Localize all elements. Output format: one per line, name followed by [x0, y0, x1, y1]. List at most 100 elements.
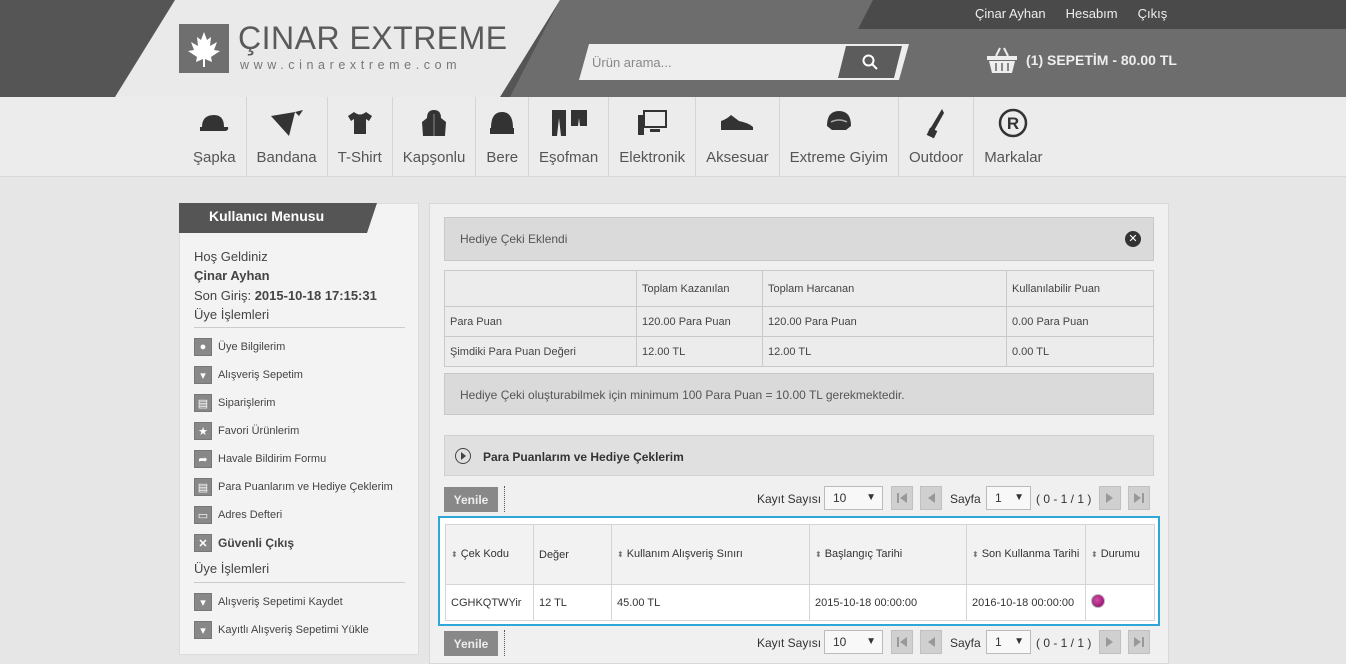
- last-page-button[interactable]: [1128, 630, 1150, 654]
- cell: Şimdiki Para Puan Değeri: [444, 336, 637, 367]
- info-notice: Hediye Çeki oluşturabilmek için minimum …: [444, 373, 1154, 415]
- logout-link[interactable]: Çıkış: [1138, 6, 1168, 21]
- search-button[interactable]: [838, 46, 902, 78]
- page-label: Sayfa: [950, 636, 981, 650]
- divider: [194, 582, 405, 583]
- column-header[interactable]: ⬍ Kullanım Alışveriş Sınırı: [611, 524, 810, 585]
- page-select[interactable]: 1: [986, 486, 1031, 510]
- tracksuit-icon: [549, 105, 589, 141]
- sidebar-item-alisveris-sepetim[interactable]: ▾ Alışveriş Sepetim: [194, 366, 303, 384]
- sidebar-item-label: Para Puanlarım ve Hediye Çeklerim: [218, 481, 393, 493]
- last-page-button[interactable]: [1128, 486, 1150, 510]
- logo-url: www.cinarextreme.com: [240, 58, 462, 72]
- sidebar-item-label: Güvenli Çıkış: [218, 536, 295, 550]
- first-page-icon: [897, 493, 907, 503]
- refresh-button[interactable]: Yenile: [444, 631, 498, 656]
- last-page-icon: [1134, 637, 1144, 647]
- sidebar-item-guvenli-cikis[interactable]: ✕ Güvenli Çıkış: [194, 534, 294, 552]
- gift-cert-grid: ⬍ Çek Kodu Değer ⬍ Kullanım Alışveriş Sını…: [438, 516, 1160, 626]
- user-link[interactable]: Çinar Ayhan: [975, 6, 1046, 21]
- refresh-button[interactable]: Yenile: [444, 487, 498, 512]
- sidebar-item-adres[interactable]: ▭ Adres Defteri: [194, 506, 282, 524]
- first-page-button[interactable]: [891, 630, 913, 654]
- play-circle-icon: [455, 448, 471, 464]
- search-input[interactable]: [592, 47, 837, 77]
- svg-text:R: R: [1007, 114, 1019, 133]
- category-nav: Şapka Bandana T-Shirt Kapşonlu Bere Eşof…: [183, 97, 1053, 177]
- nav-label: Eşofman: [539, 149, 599, 166]
- nav-extreme-giyim[interactable]: Extreme Giyim: [780, 97, 899, 177]
- user-icon: ●: [194, 338, 212, 356]
- helmet-icon: [824, 105, 854, 141]
- nav-aksesuar[interactable]: Aksesuar: [696, 97, 780, 177]
- column-header[interactable]: ⬍ Çek Kodu: [445, 524, 534, 585]
- sort-icon: ⬍: [815, 550, 822, 559]
- user-sidebar: Kullanıcı Menusu Hoş Geldiniz Çinar Ayha…: [179, 203, 419, 655]
- maple-leaf-icon[interactable]: [179, 24, 229, 73]
- sidebar-item-sepet-yukle[interactable]: ▾ Kayıtlı Alışveriş Sepetimi Yükle: [194, 621, 369, 639]
- header-cell: Kullanılabilir Puan: [1006, 270, 1154, 307]
- account-link[interactable]: Hesabım: [1066, 6, 1118, 21]
- nav-esofman[interactable]: Eşofman: [529, 97, 610, 177]
- document-icon: ▤: [194, 394, 212, 412]
- first-page-button[interactable]: [891, 486, 913, 510]
- prev-page-button[interactable]: [920, 486, 942, 510]
- accordion-title: Para Puanlarım ve Hediye Çeklerim: [483, 450, 684, 464]
- record-count-label: Kayıt Sayısı: [757, 492, 822, 506]
- column-header[interactable]: ⬍ Durumu: [1085, 524, 1155, 585]
- logo-name[interactable]: ÇINAR EXTREME: [238, 20, 508, 57]
- nav-label: Aksesuar: [706, 149, 769, 166]
- user-name: Çinar Ayhan: [194, 268, 270, 283]
- page-select[interactable]: 1: [986, 630, 1031, 654]
- cell: 2015-10-18 00:00:00: [809, 584, 967, 621]
- next-page-button[interactable]: [1099, 486, 1121, 510]
- table-row[interactable]: CGHKQTWYir 12 TL 45.00 TL 2015-10-18 00:…: [445, 584, 1155, 621]
- sidebar-item-label: Kayıtlı Alışveriş Sepetimi Yükle: [218, 624, 369, 636]
- sidebar-item-uye-bilgilerim[interactable]: ● Üye Bilgilerim: [194, 338, 285, 356]
- cart-button[interactable]: (1) SEPETİM - 80.00 TL: [986, 46, 1177, 74]
- page-label: Sayfa: [950, 492, 981, 506]
- sidebar-item-sepet-kaydet[interactable]: ▾ Alışveriş Sepetimi Kaydet: [194, 593, 343, 611]
- nav-tshirt[interactable]: T-Shirt: [328, 97, 393, 177]
- sidebar-item-havale[interactable]: ➦ Havale Bildirim Formu: [194, 450, 326, 468]
- cell: CGHKQTWYir: [445, 584, 534, 621]
- header-cell: Toplam Harcanan: [762, 270, 1007, 307]
- pager-bottom: Yenile Kayıt Sayısı 10 Sayfa 1 ( 0 - 1 /…: [444, 630, 1154, 656]
- sort-icon: ⬍: [972, 550, 979, 559]
- cell: 0.00 Para Puan: [1006, 306, 1154, 337]
- nav-bandana[interactable]: Bandana: [247, 97, 328, 177]
- record-count-label: Kayıt Sayısı: [757, 636, 822, 650]
- header-label: Son Kullanma Tarihi: [981, 548, 1080, 560]
- sidebar-item-favori[interactable]: ★ Favori Ürünlerim: [194, 422, 299, 440]
- nav-outdoor[interactable]: Outdoor: [899, 97, 975, 177]
- table-row: Para Puan 120.00 Para Puan 120.00 Para P…: [444, 306, 1154, 337]
- nav-markalar[interactable]: R Markalar: [974, 97, 1052, 177]
- record-count-select[interactable]: 10: [824, 630, 883, 654]
- nav-bere[interactable]: Bere: [476, 97, 530, 177]
- column-header[interactable]: ⬍ Başlangıç Tarihi: [809, 524, 967, 585]
- record-count-select[interactable]: 10: [824, 486, 883, 510]
- sidebar-item-label: Üye Bilgilerim: [218, 341, 286, 353]
- sort-icon: ⬍: [1091, 550, 1098, 559]
- nav-label: Şapka: [193, 149, 236, 166]
- table-header: ⬍ Çek Kodu Değer ⬍ Kullanım Alışveriş Sını…: [445, 524, 1155, 585]
- basket-icon: ▾: [194, 366, 212, 384]
- nav-sapka[interactable]: Şapka: [183, 97, 247, 177]
- cell: 12.00 TL: [636, 336, 763, 367]
- column-header[interactable]: Değer: [533, 524, 612, 585]
- close-icon[interactable]: ✕: [1125, 231, 1141, 247]
- sidebar-item-para-puan[interactable]: ▤ Para Puanlarım ve Hediye Çeklerim: [194, 478, 393, 496]
- header-label: Kullanım Alışveriş Sınırı: [626, 548, 743, 560]
- cell: 120.00 Para Puan: [762, 306, 1007, 337]
- welcome-text: Hoş Geldiniz: [194, 249, 268, 264]
- nav-elektronik[interactable]: Elektronik: [609, 97, 697, 177]
- nav-label: Bandana: [256, 149, 317, 166]
- computer-icon: [636, 105, 668, 141]
- column-header[interactable]: ⬍ Son Kullanma Tarihi: [966, 524, 1086, 585]
- search-icon: [862, 54, 878, 70]
- prev-page-button[interactable]: [920, 630, 942, 654]
- nav-kapsonlu[interactable]: Kapşonlu: [393, 97, 477, 177]
- accordion-header[interactable]: Para Puanlarım ve Hediye Çeklerim: [444, 435, 1154, 476]
- next-page-button[interactable]: [1099, 630, 1121, 654]
- sidebar-item-siparislerim[interactable]: ▤ Siparişlerim: [194, 394, 275, 412]
